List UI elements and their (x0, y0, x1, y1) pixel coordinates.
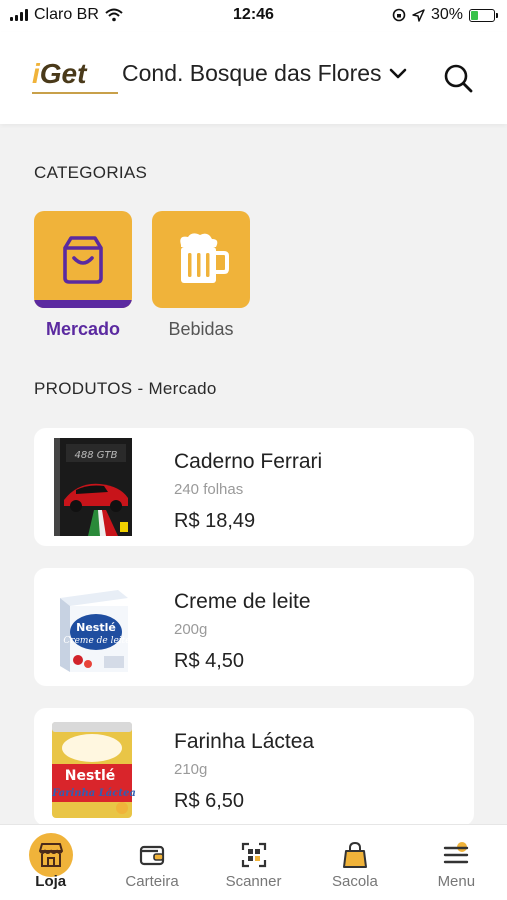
product-price: R$ 4,50 (174, 650, 245, 672)
product-name: Caderno Ferrari (174, 450, 323, 473)
svg-text:Nestlé: Nestlé (76, 621, 116, 634)
nav-label: Scanner (225, 873, 282, 890)
logo-underline (32, 92, 118, 94)
nav-label: Loja (35, 873, 67, 890)
nav-label: Sacola (331, 873, 378, 890)
product-card[interactable]: Nestlé Creme de leite Creme de leite 200… (34, 568, 474, 686)
notebook-ferrari-image: 488 GTB (54, 438, 132, 536)
nav-label: Carteira (125, 873, 179, 890)
category-label: Mercado (45, 319, 121, 339)
nav-menu[interactable]: Menu (406, 825, 507, 900)
status-right: 30% (392, 6, 498, 24)
product-desc: 210g (174, 761, 208, 778)
category-bebidas[interactable]: Bebidas (152, 211, 250, 340)
product-price: R$ 18,49 (174, 510, 256, 532)
svg-text:Nestlé: Nestlé (65, 768, 116, 784)
chevron-down-icon (389, 68, 406, 78)
wallet-icon (130, 833, 174, 877)
svg-text:Farinha Láctea: Farinha Láctea (51, 788, 136, 799)
bottom-nav: Loja Carteira Scanner Sacola Menu (0, 824, 507, 900)
orientation-lock-icon (392, 8, 406, 22)
categories-title: CATEGORIAS (34, 163, 148, 182)
beer-mug-icon (180, 232, 229, 283)
location-selector[interactable]: Cond. Bosque das Flores (122, 60, 408, 87)
products-title: PRODUTOS - Mercado (34, 379, 217, 398)
nav-loja[interactable]: Loja (0, 825, 101, 900)
category-label: Bebidas (168, 319, 234, 339)
nav-label: Menu (437, 873, 476, 890)
product-price: R$ 6,50 (174, 790, 245, 812)
product-name: Creme de leite (174, 590, 311, 613)
menu-icon (434, 833, 478, 877)
status-bar: Claro BR 12:46 30% (0, 0, 507, 32)
app-logo[interactable]: iGet (32, 58, 86, 90)
nav-scanner[interactable]: Scanner (203, 825, 304, 900)
svg-text:Creme de leite: Creme de leite (63, 636, 130, 646)
location-label: Cond. Bosque das Flores (122, 60, 382, 86)
category-tile[interactable] (152, 211, 250, 308)
search-button[interactable] (442, 62, 474, 94)
bag-icon (333, 833, 377, 877)
svg-text:488 GTB: 488 GTB (75, 450, 118, 461)
product-name: Farinha Láctea (174, 730, 315, 753)
app-header: iGet Cond. Bosque das Flores (0, 32, 507, 124)
product-card[interactable]: Nestlé Farinha Láctea Farinha Láctea 210… (34, 708, 474, 826)
product-desc: 240 folhas (174, 481, 244, 498)
shopping-bag-icon (63, 235, 103, 284)
product-desc: 200g (174, 621, 208, 638)
nav-carteira[interactable]: Carteira (101, 825, 202, 900)
product-card[interactable]: 488 GTB Caderno Ferrari 240 folhas R$ 18… (34, 428, 474, 546)
location-arrow-icon (412, 8, 425, 22)
milk-flour-can-image: Nestlé Farinha Láctea (51, 722, 136, 818)
search-icon (444, 64, 473, 93)
qr-scanner-icon (232, 833, 276, 877)
battery-icon (469, 8, 498, 22)
nav-sacola[interactable]: Sacola (304, 825, 405, 900)
cream-box-image: Nestlé Creme de leite (60, 590, 131, 672)
category-mercado[interactable]: Mercado (34, 211, 132, 340)
battery-percent: 30% (430, 6, 463, 23)
category-tile[interactable] (34, 211, 132, 308)
store-icon (28, 833, 73, 877)
